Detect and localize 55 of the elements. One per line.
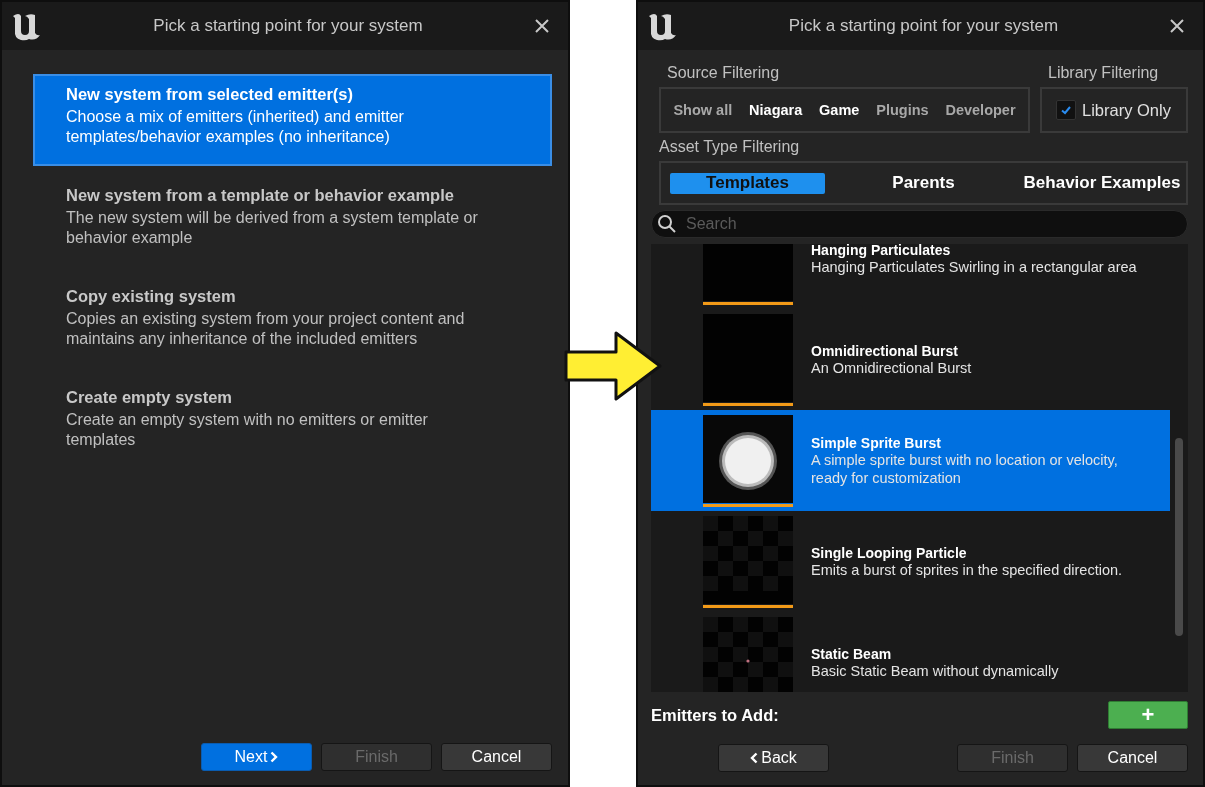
option-item[interactable]: New system from a template or behavior example The new system will be derived from a system template or behavior example: [33, 175, 552, 276]
section-label: Library Filtering: [1047, 63, 1160, 83]
asset-name: Static Beam: [811, 645, 893, 662]
asset-type-tab[interactable]: Templates: [670, 172, 825, 194]
option-description: Copies an existing system from your project content and maintains any inheritance of the included emitters: [66, 309, 466, 349]
dialog-button[interactable]: Cancel: [441, 743, 552, 771]
asset-description: An Omnidirectional Burst: [811, 358, 972, 377]
asset-name: Single Looping Particle: [811, 544, 968, 561]
asset-name: Hanging Particulates: [811, 244, 952, 258]
asset-item[interactable]: Static Beam Basic Static Beam without dynamically: [651, 612, 1170, 692]
window-title: Pick a starting point for your system: [152, 16, 424, 36]
dialog-button[interactable]: Cancel: [1077, 744, 1188, 772]
close-icon[interactable]: [1169, 18, 1185, 34]
close-icon[interactable]: [534, 18, 550, 34]
asset-name: Simple Sprite Burst: [811, 434, 942, 451]
checkbox[interactable]: [1056, 100, 1076, 120]
search-field[interactable]: Search: [651, 210, 1188, 238]
asset-name: Omnidirectional Burst: [811, 342, 960, 359]
source-filter-chip[interactable]: Show all: [672, 100, 734, 120]
option-item[interactable]: Create empty system Create an empty system with no emitters or emitter templates: [33, 377, 552, 478]
asset-type-tab[interactable]: Behavior Examples: [1022, 172, 1182, 194]
asset-description: A simple sprite burst with no location or velocity, ready for customization: [811, 451, 1119, 487]
option-title: Create empty system: [66, 388, 233, 407]
section-label: Source Filtering: [666, 63, 781, 83]
emitters-label: Emitters to Add:: [651, 705, 779, 725]
asset-description: Hanging Particulates Swirling in a rectangular area: [811, 258, 1137, 276]
scrollbar[interactable]: [1175, 438, 1183, 636]
source-filter-chip[interactable]: Niagara: [748, 100, 804, 120]
option-title: New system from selected emitter(s): [66, 85, 355, 104]
asset-item[interactable]: Omnidirectional Burst An Omnidirectional Burst: [651, 309, 1170, 410]
option-description: The new system will be derived from a system template or behavior example: [66, 208, 479, 248]
window-title: Pick a starting point for your system: [787, 16, 1060, 36]
chevron-left-icon: [750, 752, 759, 764]
asset-item[interactable]: Simple Sprite Burst A simple sprite burst with no location or velocity, ready for customization: [651, 410, 1170, 511]
option-item[interactable]: New system from selected emitter(s) Choose a mix of emitters (inherited) and emitter templates/behavior examples (no inheritance): [33, 74, 552, 166]
option-item[interactable]: Copy existing system Copies an existing system from your project content and maintains any inheritance of the included emitters: [33, 276, 552, 377]
section-label: Asset Type Filtering: [658, 137, 801, 157]
source-filter-chip[interactable]: Game: [818, 100, 861, 120]
asset-type-tab[interactable]: Parents: [848, 172, 999, 194]
next-button[interactable]: Next: [201, 743, 312, 771]
option-title: New system from a template or behavior example: [66, 186, 455, 205]
back-button[interactable]: Back: [718, 744, 829, 772]
asset-description: Basic Static Beam without dynamically: [811, 661, 1059, 680]
source-filter-chip[interactable]: Plugins: [875, 100, 930, 120]
asset-description: Emits a burst of sprites in the specified direction.: [811, 561, 1123, 579]
checkbox-label: Library Only: [1082, 100, 1171, 120]
option-title: Copy existing system: [66, 287, 237, 306]
option-description: Choose a mix of emitters (inherited) and emitter templates/behavior examples (no inheritance): [66, 107, 405, 147]
asset-item[interactable]: Single Looping Particle Emits a burst of sprites in the specified direction.: [651, 511, 1170, 612]
check-icon: [1060, 104, 1072, 116]
asset-item[interactable]: Hanging Particulates Hanging Particulates Swirling in a rectangular area: [651, 244, 1170, 309]
search-icon: [657, 214, 677, 234]
source-filter-chip[interactable]: Developer: [944, 100, 1017, 120]
option-description: Create an empty system with no emitters or emitter templates: [66, 410, 429, 450]
chevron-right-icon: [270, 751, 279, 763]
